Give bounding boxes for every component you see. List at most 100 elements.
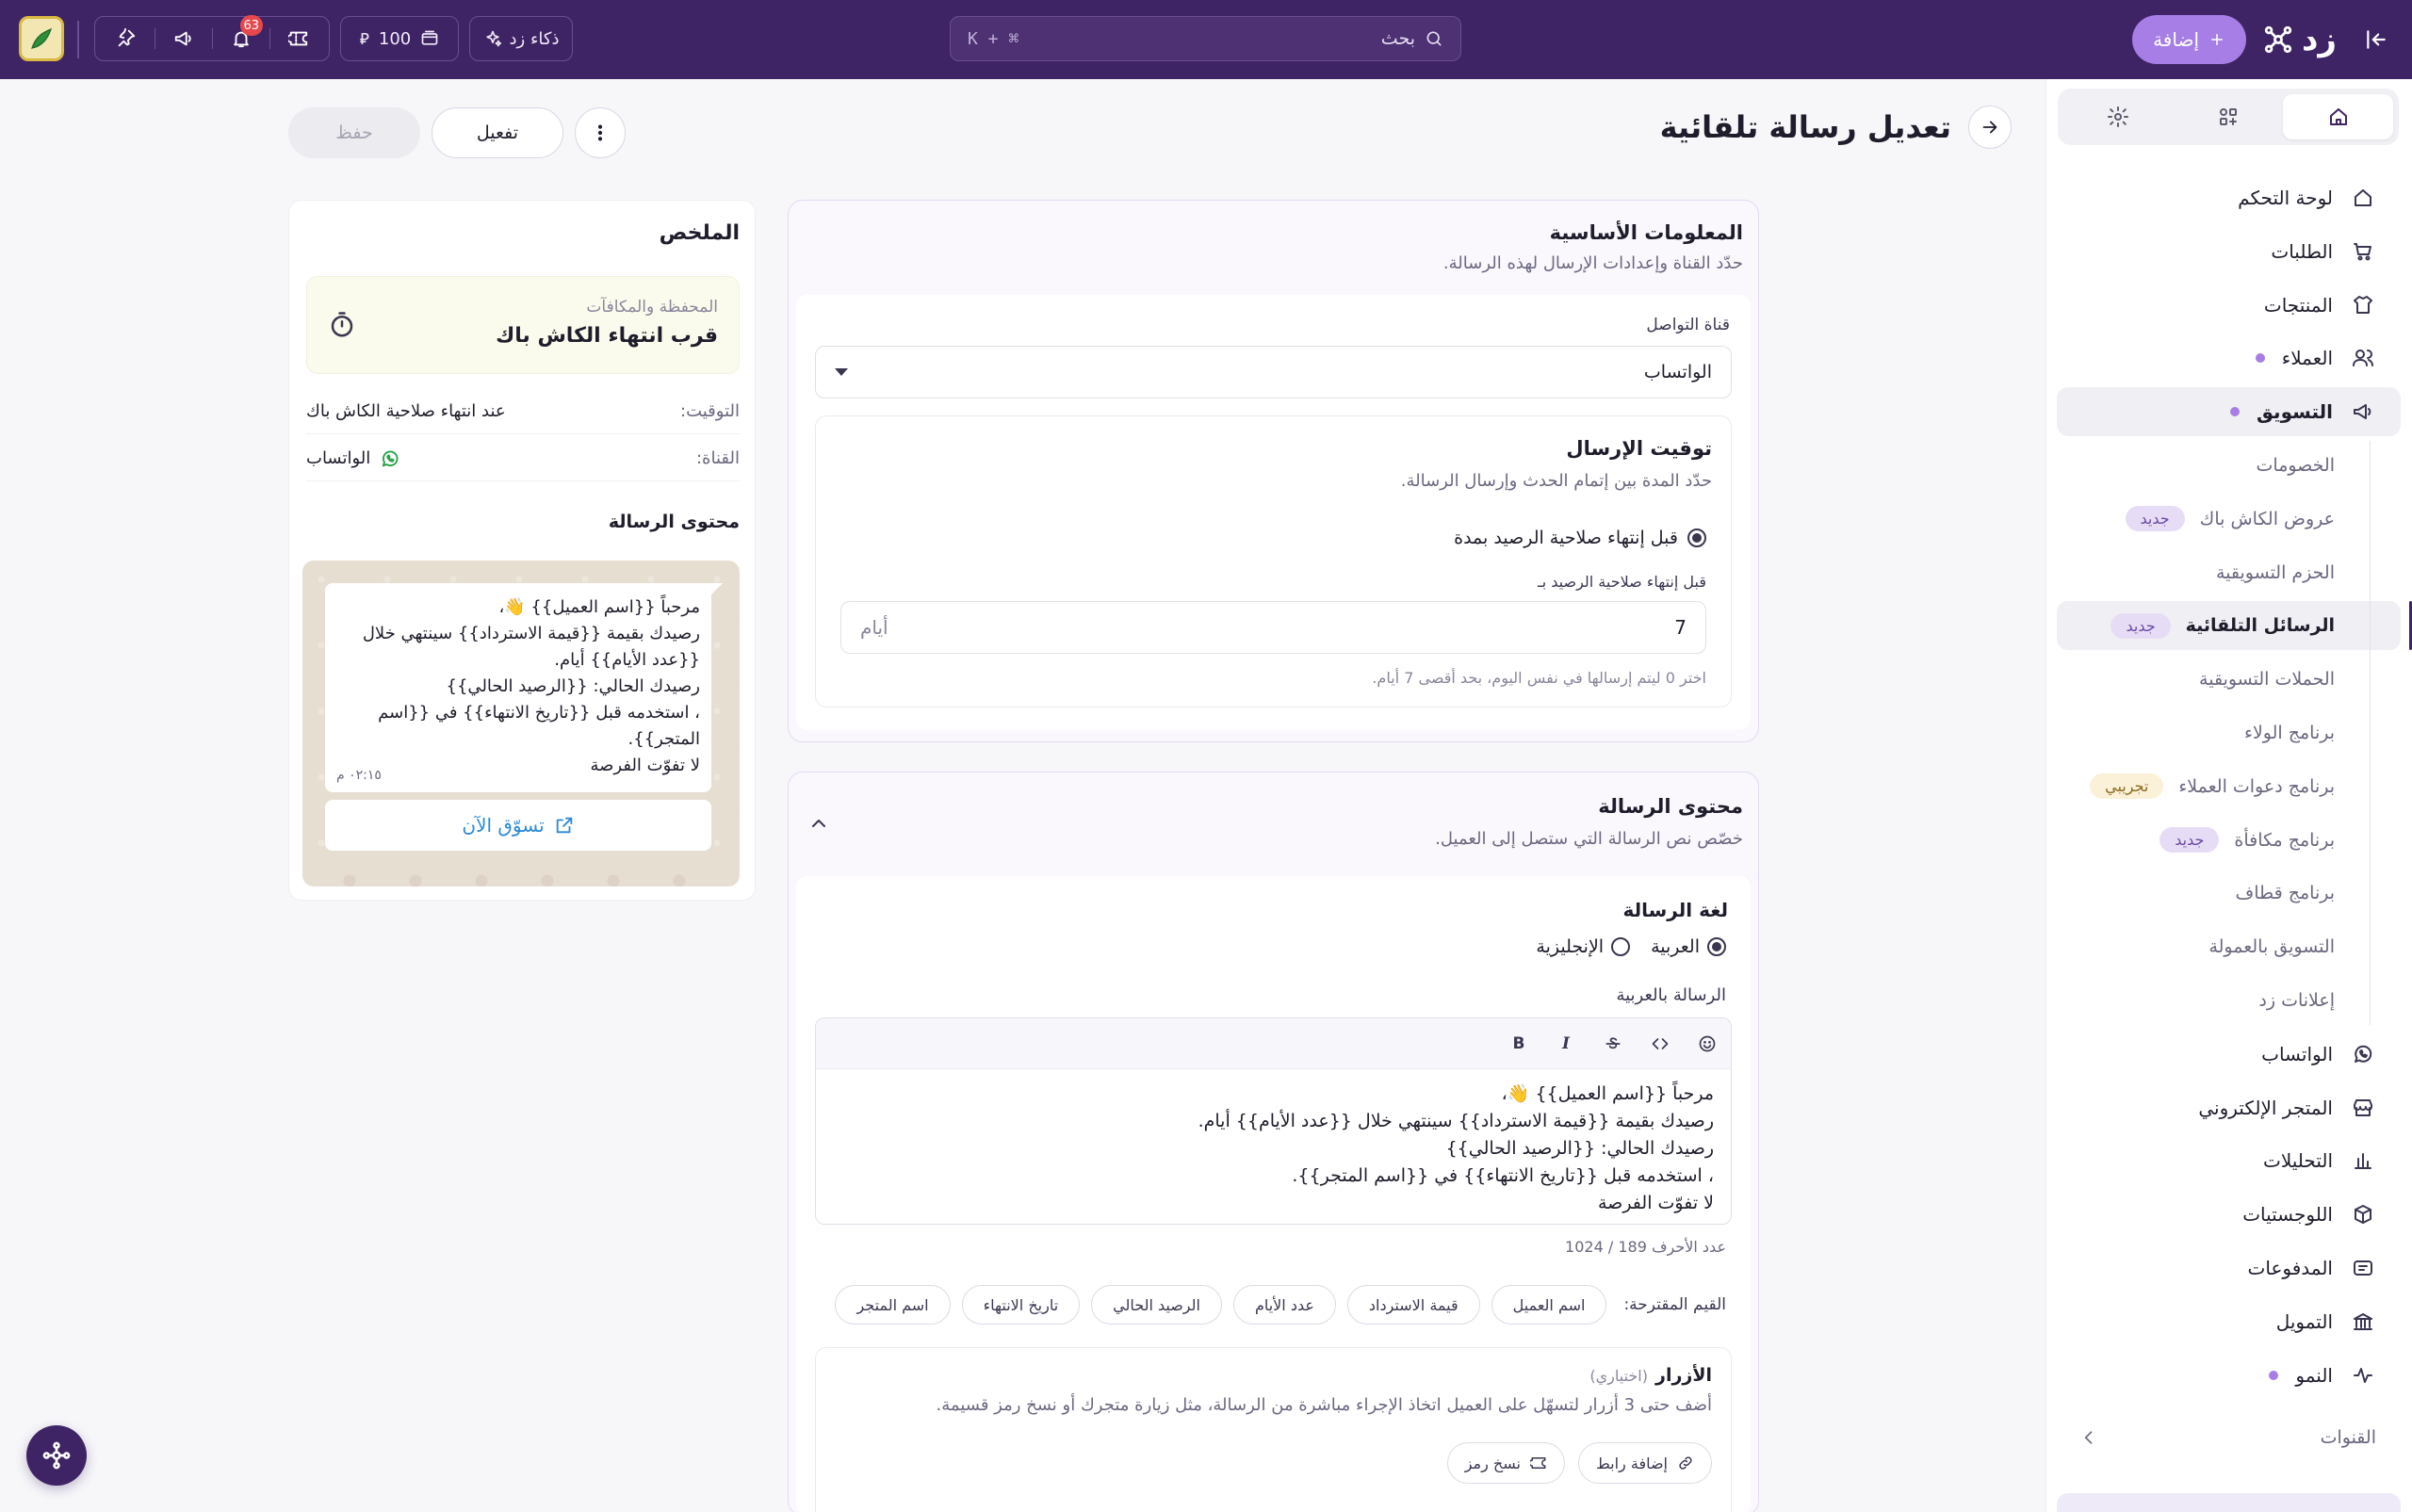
store-logo[interactable]	[19, 16, 64, 61]
radio-selected[interactable]	[1707, 937, 1726, 956]
event-name: قرب انتهاء الكاش باك	[496, 324, 718, 348]
basic-info-card: المعلومات الأساسية حدّد القناة وإعدادات …	[788, 200, 1759, 742]
back-arrow-icon[interactable]	[1968, 106, 2012, 149]
sidebar-item-orders[interactable]: الطلبات	[2057, 227, 2401, 276]
italic-icon[interactable]: I	[1556, 1033, 1576, 1054]
code-icon[interactable]	[1650, 1033, 1670, 1054]
chevron-left-icon	[2079, 1428, 2098, 1447]
chip-expiry-date[interactable]: تاريخ الانتهاء	[961, 1285, 1081, 1325]
home-icon	[2350, 185, 2376, 211]
language-option-en[interactable]: الإنجليزية	[1536, 936, 1631, 957]
chip-days-count[interactable]: عدد الأيام	[1232, 1285, 1336, 1325]
search-input[interactable]: بحث ⌘ + K	[950, 16, 1461, 61]
message-editor[interactable]: I B مرحباً {{اسم العميل}} 👋، رصيدك بقيمة…	[815, 1017, 1732, 1225]
megaphone-icon[interactable]	[170, 24, 198, 53]
channel-value-wrap: الواتساب	[306, 448, 400, 469]
sidebar-item-label: التسويق	[2257, 400, 2333, 424]
balance-button[interactable]: 100 ⃁	[340, 16, 459, 61]
sidebar-subitem-qitaf[interactable]: برنامج قطاف	[2057, 869, 2401, 918]
sidebar-subitem-mokafaa[interactable]: برنامج مكافأة جديد	[2057, 816, 2401, 865]
section-title: محتوى الرسالة	[1598, 795, 1743, 818]
notification-count-badge: 63	[239, 15, 264, 36]
sidebar-item-online-store[interactable]: المتجر الإلكتروني	[2057, 1083, 2401, 1132]
pin-icon[interactable]	[112, 24, 140, 53]
radio-selected[interactable]	[1687, 528, 1706, 547]
sidebar-nav: لوحة التحكم الطلبات المنتجات العملاء الت…	[2057, 173, 2412, 1404]
new-badge: جديد	[2125, 506, 2185, 532]
radio-unselected[interactable]	[1611, 937, 1631, 956]
sidebar-subitem-zid-ads[interactable]: إعلانات زد	[2057, 976, 2401, 1025]
assistant-fab-icon[interactable]	[26, 1425, 87, 1486]
bell-icon[interactable]: 63	[227, 15, 264, 53]
editor-text[interactable]: مرحباً {{اسم العميل}} 👋، رصيدك بقيمة {{ق…	[833, 1081, 1714, 1217]
sidebar-item-payments[interactable]: المدفوعات	[2057, 1244, 2401, 1293]
sidebar-item-whatsapp[interactable]: الواتساب	[2057, 1030, 2401, 1079]
subitem-label: الرسائل التلقائية	[2185, 615, 2335, 637]
section-title: المعلومات الأساسية	[1549, 221, 1743, 244]
char-counter: عدد الأحرف 189 / 1024	[1565, 1238, 1726, 1256]
zid-logo[interactable]: زد	[2262, 17, 2337, 62]
sidebar-item-dashboard[interactable]: لوحة التحكم	[2057, 173, 2401, 222]
channel-key: القناة:	[695, 448, 740, 468]
shop-now-button[interactable]: تسوّق الآن	[325, 800, 711, 851]
sidebar-item-financing[interactable]: التمويل	[2057, 1297, 2401, 1346]
chip-current-balance[interactable]: الرصيد الحالي	[1091, 1285, 1222, 1325]
coupon-icon	[1529, 1455, 1547, 1471]
sidebar-item-logistics[interactable]: اللوجستيات	[2057, 1190, 2401, 1239]
balance-value: 100	[378, 28, 412, 49]
sidebar-subitem-auto-messages[interactable]: الرسائل التلقائية جديد	[2057, 601, 2412, 651]
add-button[interactable]: إضافة	[2132, 15, 2246, 64]
sidebar-subitem-discounts[interactable]: الخصومات	[2057, 441, 2401, 490]
strikethrough-icon[interactable]	[1603, 1033, 1623, 1054]
marketing-submenu: الخصومات عروض الكاش باك جديد الحزم التسوي…	[2057, 440, 2412, 1025]
sidebar-subitem-bundles[interactable]: الحزم التسويقية	[2057, 548, 2401, 597]
sidebar-subitem-affiliate[interactable]: التسويق بالعمولة	[2057, 922, 2401, 971]
lang-en-label: الإنجليزية	[1536, 936, 1605, 957]
suggested-label: القيم المقترحة:	[1623, 1295, 1726, 1314]
bold-icon[interactable]: B	[1508, 1033, 1529, 1054]
sidebar-item-analytics[interactable]: التحليلات	[2057, 1136, 2401, 1185]
divider	[269, 28, 270, 49]
sidebar-subitem-cashback[interactable]: عروض الكاش باك جديد	[2057, 495, 2401, 544]
summary-panel: الملخص المحفظة والمكافآت قرب انتهاء الكا…	[288, 200, 756, 901]
sidebar-item-label: الطلبات	[2271, 239, 2333, 263]
sidebar-channels-toggle[interactable]: القنوات	[2057, 1417, 2401, 1458]
settings-tab-icon[interactable]	[2063, 94, 2174, 139]
megaphone-icon	[2350, 398, 2376, 425]
copy-code-button[interactable]: نسخ رمز	[1446, 1442, 1565, 1484]
sidebar-item-customers[interactable]: العملاء	[2057, 333, 2401, 382]
home-tab-icon[interactable]	[2283, 94, 2393, 139]
channel-select[interactable]: الواتساب	[815, 346, 1732, 398]
language-option-ar[interactable]: العربية	[1651, 936, 1726, 957]
section-subtitle: خصّص نص الرسالة التي ستصل إلى العميل.	[1435, 829, 1743, 849]
emoji-icon[interactable]	[1697, 1033, 1718, 1054]
sidebar-subitem-loyalty[interactable]: برنامج الولاء	[2057, 708, 2401, 757]
sidebar-item-growth[interactable]: النمو	[2057, 1351, 2401, 1400]
apps-tab-icon[interactable]	[2174, 94, 2284, 139]
chip-refund-value[interactable]: قيمة الاسترداد	[1346, 1285, 1480, 1325]
chip-store-name[interactable]: اسم المتجر	[835, 1285, 951, 1325]
sidebar-subitem-referrals[interactable]: برنامج دعوات العملاء تجريبي	[2057, 762, 2401, 811]
logo-text: زد	[2301, 21, 2337, 58]
page-header: تعديل رسالة تلقائية	[1660, 106, 2012, 149]
timing-option[interactable]: قبل إنتهاء صلاحية الرصيد بمدة	[1454, 528, 1706, 548]
divider	[211, 28, 213, 49]
sidebar-subitem-campaigns[interactable]: الحملات التسويقية	[2057, 655, 2401, 704]
sidebar-item-products[interactable]: المنتجات	[2057, 281, 2401, 330]
chip-customer-name[interactable]: اسم العميل	[1491, 1285, 1607, 1325]
add-link-button[interactable]: إضافة رابط	[1577, 1442, 1712, 1484]
preview-text: مرحباً {{اسم العميل}} 👋، رصيدك بقيمة {{ق…	[362, 597, 700, 775]
channel-label: قناة التواصل	[1646, 316, 1730, 334]
chevron-up-icon[interactable]	[807, 812, 830, 835]
add-label: إضافة	[2153, 28, 2199, 51]
ai-button[interactable]: ذكاء زد	[469, 16, 573, 61]
more-vertical-icon[interactable]	[575, 107, 626, 158]
summary-timing-row: التوقيت: عند انتهاء صلاحية الكاش باك	[306, 389, 740, 434]
save-button[interactable]: حفظ	[288, 107, 420, 158]
editor-label: الرسالة بالعربية	[1616, 985, 1726, 1005]
days-input[interactable]: 7 أيام	[840, 601, 1706, 654]
ticket-icon[interactable]	[285, 24, 313, 53]
sidebar-collapse-icon[interactable]	[2359, 23, 2393, 57]
sidebar-item-marketing[interactable]: التسويق	[2057, 387, 2401, 437]
activate-button[interactable]: تفعيل	[432, 107, 563, 158]
